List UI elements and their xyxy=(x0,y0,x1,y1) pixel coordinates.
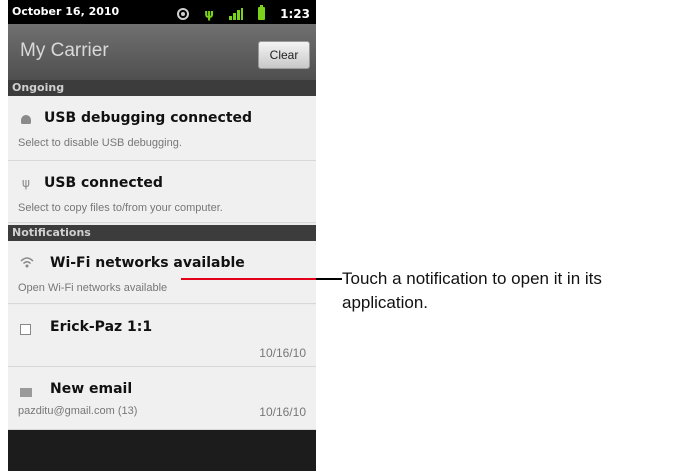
notification-email[interactable]: New email pazditu@gmail.com (13) 10/16/1… xyxy=(8,367,316,430)
item-title: New email xyxy=(50,381,133,397)
callout-pointer-line xyxy=(181,278,316,280)
battery-icon xyxy=(258,5,266,20)
notification-usb-debugging[interactable]: USB debugging connected Select to disabl… xyxy=(8,96,316,161)
wifi-icon xyxy=(20,256,34,268)
status-bar[interactable]: October 16, 2010 ψ 1:23 xyxy=(8,0,316,24)
status-time: 1:23 xyxy=(280,6,310,21)
panel-handle[interactable] xyxy=(8,430,316,471)
notification-usb-connected[interactable]: ψ USB connected Select to copy files to/… xyxy=(8,161,316,223)
item-title: USB connected xyxy=(44,175,163,191)
signal-icon xyxy=(228,7,243,20)
notification-calendar[interactable]: Erick-Paz 1:1 10/16/10 xyxy=(8,305,316,367)
mail-icon xyxy=(20,388,32,397)
calendar-icon xyxy=(20,324,31,335)
status-date: October 16, 2010 xyxy=(12,5,120,18)
gps-icon xyxy=(177,7,190,20)
item-subtitle: Open Wi-Fi networks available xyxy=(18,282,168,294)
notification-wifi[interactable]: Wi-Fi networks available Open Wi-Fi netw… xyxy=(8,241,316,304)
panel-header: My Carrier Clear xyxy=(8,24,316,80)
section-ongoing: Ongoing xyxy=(8,80,316,96)
item-time: 10/16/10 xyxy=(259,405,306,419)
item-subtitle: Select to copy files to/from your comput… xyxy=(18,202,223,214)
android-icon xyxy=(21,115,31,124)
status-icons: ψ 1:23 xyxy=(177,3,310,21)
item-subtitle: pazditu@gmail.com (13) xyxy=(18,405,138,417)
item-title: USB debugging connected xyxy=(44,110,253,126)
notification-panel: October 16, 2010 ψ 1:23 My Carrier Clear… xyxy=(8,0,316,471)
callout-text: Touch a notification to open it in its a… xyxy=(342,269,602,312)
item-title: Erick-Paz 1:1 xyxy=(50,319,153,335)
section-notifications: Notifications xyxy=(8,225,316,241)
usb-icon: ψ xyxy=(204,6,214,21)
carrier-name: My Carrier xyxy=(20,40,109,61)
item-time: 10/16/10 xyxy=(259,346,306,360)
callout-connector-line xyxy=(316,278,342,280)
item-title: Wi-Fi networks available xyxy=(50,255,245,271)
clear-button[interactable]: Clear xyxy=(258,41,310,69)
usb-icon: ψ xyxy=(22,176,30,190)
item-subtitle: Select to disable USB debugging. xyxy=(18,137,182,149)
